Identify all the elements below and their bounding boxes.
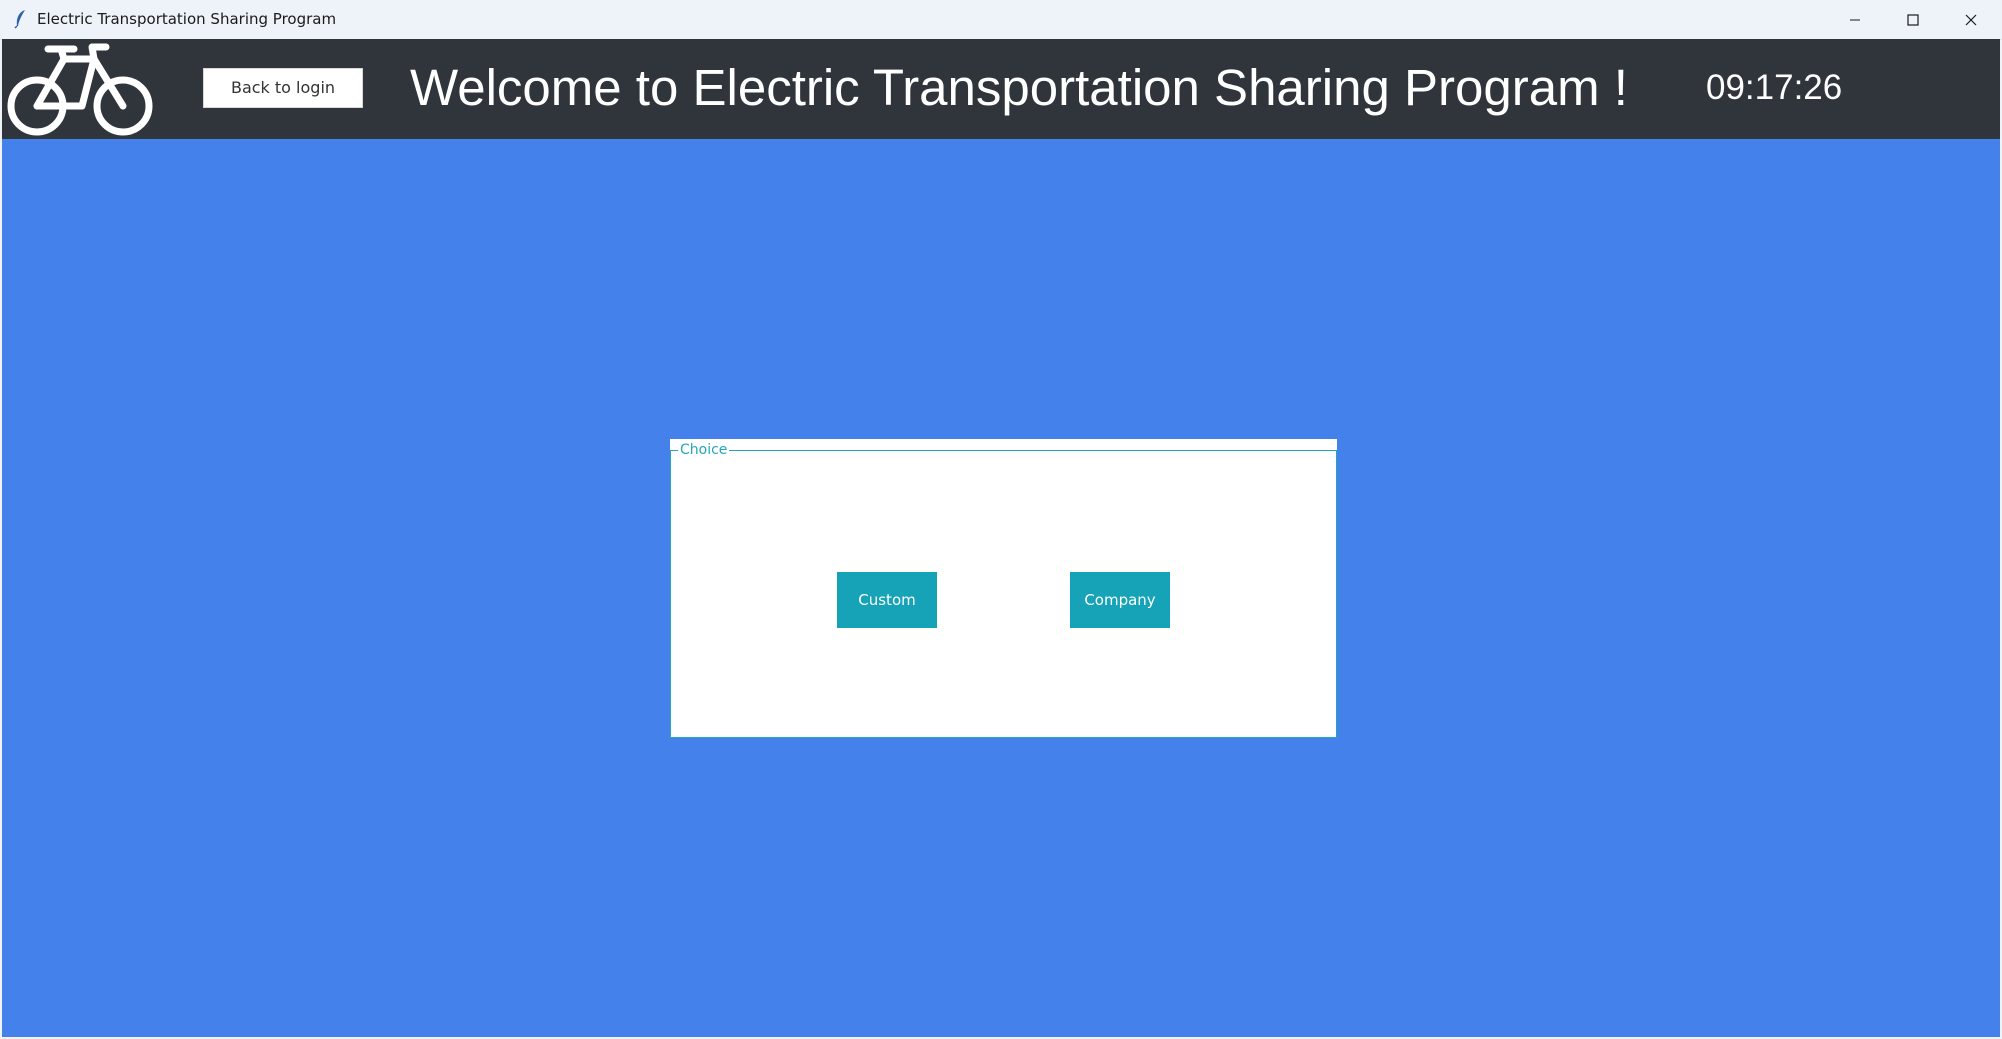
close-button[interactable] [1942,0,2000,39]
maximize-button[interactable] [1884,0,1942,39]
maximize-icon [1907,13,1919,26]
window-title: Electric Transportation Sharing Program [37,10,337,28]
close-icon [1965,14,1977,25]
minimize-icon [1850,19,1860,20]
main-area: Choice Custom Company [2,139,2000,1037]
company-button[interactable]: Company [1070,572,1170,628]
bicycle-icon [7,43,153,136]
welcome-heading: Welcome to Electric Transportation Shari… [410,59,1628,116]
title-bar: Electric Transportation Sharing Program [0,0,2002,40]
minimize-button[interactable] [1826,0,1884,39]
custom-button[interactable]: Custom [837,572,937,628]
back-to-login-button[interactable]: Back to login [203,68,363,108]
choice-legend: Choice [678,440,730,460]
choice-panel: Choice Custom Company [670,439,1337,738]
clock-display: 09:17:26 [1706,68,1843,107]
app-window: Electric Transportation Sharing Program [0,0,2002,1039]
header-bar: Back to login Welcome to Electric Transp… [2,39,2000,139]
feather-icon [14,10,25,29]
choice-frame [670,450,1337,738]
